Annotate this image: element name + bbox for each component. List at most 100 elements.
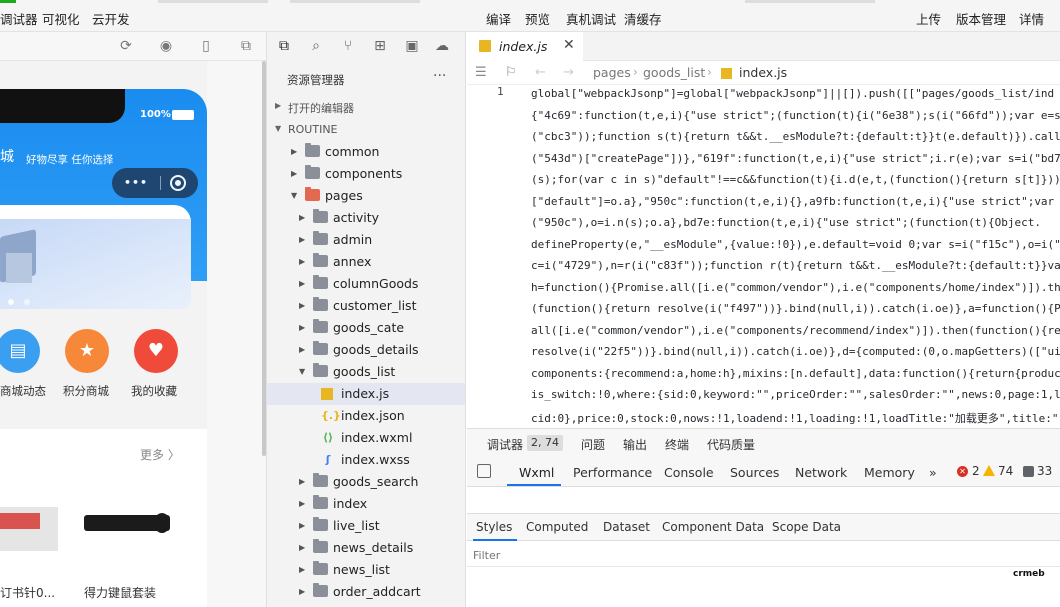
miniprogram-capsule[interactable]: ••• — [112, 168, 198, 198]
tab-component-data[interactable]: Component Data — [662, 520, 764, 534]
files-icon[interactable]: ⧉ — [275, 37, 293, 55]
caret-right-icon[interactable]: ▶ — [299, 521, 305, 530]
preview-button[interactable]: 预览 — [525, 9, 550, 28]
tab-terminal[interactable]: 终端 — [665, 436, 689, 453]
error-count[interactable]: 2 — [972, 464, 980, 478]
caret-right-icon[interactable]: ▶ — [299, 323, 305, 332]
caret-right-icon[interactable]: ▶ — [299, 587, 305, 596]
back-icon[interactable]: ← — [535, 65, 546, 80]
tree-item[interactable]: ▶ news_details — [267, 537, 465, 559]
tree-item[interactable]: ▶ index — [267, 493, 465, 515]
tab-problems[interactable]: 问题 — [581, 436, 605, 453]
tree-item[interactable]: ▶ common — [267, 141, 465, 163]
tree-item[interactable]: {.} index.json — [267, 405, 465, 427]
shortcut-label[interactable]: 我的收藏 — [131, 383, 177, 399]
more-link[interactable]: 更多 〉 — [140, 446, 180, 463]
record-icon[interactable]: ◉ — [158, 38, 174, 54]
promo-banner[interactable] — [0, 219, 191, 309]
news-icon[interactable]: ▤ — [0, 329, 40, 373]
tab-console[interactable]: Console — [664, 465, 714, 480]
tab-network[interactable]: Network — [795, 465, 847, 480]
tree-item[interactable]: index.js — [267, 383, 465, 405]
breadcrumb-item[interactable]: goods_list — [643, 65, 705, 80]
list-icon[interactable]: ☰ — [475, 65, 487, 80]
tab-wxml[interactable]: Wxml — [519, 465, 554, 480]
tree-item[interactable]: ▶ admin — [267, 229, 465, 251]
caret-down-icon[interactable]: ▼ — [291, 191, 297, 200]
explorer-more-icon[interactable]: ··· — [433, 68, 446, 84]
code-area[interactable]: 1 global["webpackJsonp"]=global["webpack… — [467, 85, 1060, 427]
panel-icon[interactable]: ▣ — [403, 37, 421, 55]
caret-right-icon[interactable]: ▶ — [299, 213, 305, 222]
warning-count[interactable]: 74 — [998, 464, 1013, 478]
tree-item[interactable]: ▼ goods_list — [267, 361, 465, 383]
favorite-icon[interactable]: ♥ — [134, 329, 178, 373]
caret-right-icon[interactable]: ▶ — [291, 169, 297, 178]
cloud-icon[interactable]: ☁ — [433, 37, 451, 55]
tree-item[interactable]: ▶ activity — [267, 207, 465, 229]
caret-right-icon[interactable]: ▶ — [299, 543, 305, 552]
tab-memory[interactable]: Memory — [864, 465, 915, 480]
points-icon[interactable]: ★ — [65, 329, 109, 373]
caret-right-icon[interactable]: ▶ — [299, 477, 305, 486]
warning-icon[interactable] — [983, 465, 995, 476]
menu-visual[interactable]: 可视化 — [42, 9, 80, 28]
branch-icon[interactable]: ⑂ — [339, 37, 357, 55]
stapler-product-image[interactable] — [0, 507, 58, 551]
window-icon[interactable]: ⧉ — [238, 38, 254, 54]
error-icon[interactable]: ✕ — [957, 466, 968, 477]
tree-item[interactable]: ▶ goods_cate — [267, 317, 465, 339]
product-name[interactable]: 得力键鼠套装 — [84, 584, 156, 601]
filter-input[interactable] — [473, 546, 773, 564]
menu-debugger[interactable]: 调试器 — [0, 9, 38, 28]
tab-debugger[interactable]: 调试器 — [487, 436, 523, 453]
caret-right-icon[interactable]: ▶ — [299, 257, 305, 266]
caret-right-icon[interactable]: ▶ — [299, 301, 305, 310]
forward-icon[interactable]: → — [563, 65, 574, 80]
keyboard-product-image[interactable] — [84, 513, 170, 533]
tree-item[interactable]: ▶ components — [267, 163, 465, 185]
caret-right-icon[interactable]: ▶ — [299, 345, 305, 354]
caret-right-icon[interactable]: ▶ — [299, 499, 305, 508]
tree-item[interactable]: ▶ annex — [267, 251, 465, 273]
caret-right-icon[interactable]: ▶ — [299, 565, 305, 574]
inspect-icon[interactable] — [477, 464, 491, 478]
details-button[interactable]: 详情 — [1019, 9, 1044, 28]
tab-performance[interactable]: Performance — [573, 465, 652, 480]
search-icon[interactable]: ⌕ — [307, 37, 325, 55]
info-icon[interactable] — [1023, 466, 1034, 477]
tab-computed[interactable]: Computed — [526, 520, 588, 534]
tree-item[interactable]: ▶ customer_list — [267, 295, 465, 317]
tree-item[interactable]: ⟨⟩ index.wxml — [267, 427, 465, 449]
menu-cloud[interactable]: 云开发 — [92, 9, 130, 28]
caret-right-icon[interactable]: ▶ — [291, 147, 297, 156]
close-target-icon[interactable] — [170, 175, 186, 191]
caret-right-icon[interactable]: ▶ — [299, 235, 305, 244]
upload-button[interactable]: 上传 — [916, 9, 941, 28]
tree-item[interactable]: ▶ live_list — [267, 515, 465, 537]
tab-scope-data[interactable]: Scope Data — [772, 520, 841, 534]
version-button[interactable]: 版本管理 — [956, 9, 1006, 28]
tree-item[interactable]: ▶ columnGoods — [267, 273, 465, 295]
breadcrumb-item[interactable]: pages — [593, 65, 631, 80]
tab-dataset[interactable]: Dataset — [603, 520, 650, 534]
tree-item[interactable]: ▶ goods_details — [267, 339, 465, 361]
extensions-icon[interactable]: ⊞ — [371, 37, 389, 55]
tab-output[interactable]: 输出 — [623, 436, 647, 453]
tree-item[interactable]: ▶ goods_search — [267, 471, 465, 493]
tree-item[interactable]: ▼ pages — [267, 185, 465, 207]
open-editors-section[interactable]: ▶ 打开的编辑器 — [267, 96, 465, 118]
clear-cache-button[interactable]: 清缓存 — [624, 9, 662, 28]
info-count[interactable]: 33 — [1037, 464, 1052, 478]
remote-debug-button[interactable]: 真机调试 — [566, 9, 616, 28]
shortcut-label[interactable]: 积分商城 — [63, 383, 109, 399]
caret-down-icon[interactable]: ▼ — [299, 367, 305, 376]
tree-item[interactable]: ʃ index.wxss — [267, 449, 465, 471]
phone-icon[interactable]: ▯ — [198, 38, 214, 54]
shortcut-label[interactable]: 商城动态 — [0, 383, 46, 399]
caret-right-icon[interactable]: ▶ — [299, 279, 305, 288]
more-tabs-icon[interactable]: » — [929, 465, 937, 480]
tab-sources[interactable]: Sources — [730, 465, 779, 480]
tab-code-quality[interactable]: 代码质量 — [707, 436, 755, 453]
tree-item[interactable]: ▶ order_addcart — [267, 581, 465, 603]
